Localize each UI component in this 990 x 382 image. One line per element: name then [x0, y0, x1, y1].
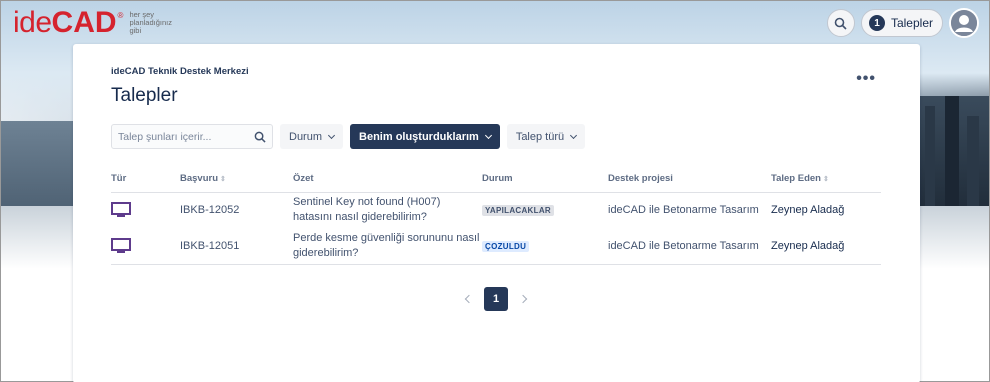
sort-icon: ⇕: [220, 176, 226, 183]
user-icon: [951, 10, 977, 36]
more-actions-button[interactable]: •••: [856, 70, 876, 88]
logo-ide-text: ide: [13, 6, 52, 39]
breadcrumb[interactable]: ideCAD Teknik Destek Merkezi: [111, 66, 249, 77]
summary-cell[interactable]: Perde kesme güvenliği sorununu nasıl gid…: [293, 228, 482, 265]
requests-card: ideCAD Teknik Destek Merkezi Talepler ••…: [73, 44, 920, 382]
current-page-button[interactable]: 1: [484, 287, 508, 311]
status-badge: YAPILACAKLAR: [482, 205, 554, 217]
type-cell: [111, 228, 180, 265]
search-icon: [254, 131, 266, 143]
status-filter-label: Durum: [289, 130, 323, 143]
request-type-filter-label: Talep türü: [515, 130, 565, 143]
table-header-row: Tür Başvuru ⇕ Özet Durum Destek projesi T…: [111, 173, 881, 193]
status-filter-dropdown[interactable]: Durum: [280, 124, 344, 149]
requests-button[interactable]: 1 Talepler: [860, 9, 943, 37]
page-title: Talepler: [111, 85, 178, 106]
column-header-status: Durum: [482, 173, 608, 193]
summary-cell[interactable]: Sentinel Key not found (H007) hatasını n…: [293, 192, 482, 228]
chevron-down-icon: [570, 131, 578, 139]
reporter-cell: Zeynep Aladağ: [771, 204, 845, 217]
logo-registered-mark: ®: [117, 11, 124, 20]
banner-city-right: [917, 96, 989, 216]
computer-monitor-icon: [111, 202, 131, 218]
column-header-type: Tür: [111, 173, 180, 193]
column-header-summary: Özet: [293, 173, 482, 193]
chevron-down-icon: [484, 131, 492, 139]
idecad-logo[interactable]: ide CAD ® her şey planladığınız gibi: [13, 7, 179, 39]
status-cell: ÇOZULDU: [482, 228, 608, 265]
created-by-me-filter-label: Benim oluşturduklarım: [359, 130, 479, 143]
column-header-project: Destek projesi: [608, 173, 771, 193]
search-button[interactable]: [826, 9, 855, 37]
requests-count-badge: 1: [868, 15, 885, 31]
requests-table: Tür Başvuru ⇕ Özet Durum Destek projesi T…: [111, 173, 881, 265]
search-input[interactable]: [118, 130, 248, 143]
table-row[interactable]: IBKB-12052 Sentinel Key not found (H007)…: [111, 192, 881, 228]
sort-icon: ⇕: [822, 176, 829, 183]
chevron-down-icon: [327, 131, 336, 139]
pagination: 1: [464, 287, 528, 311]
request-type-filter-dropdown[interactable]: Talep türü: [506, 124, 586, 149]
column-header-reference[interactable]: Başvuru ⇕: [180, 173, 293, 193]
table-row[interactable]: IBKB-12051 Perde kesme güvenliği sorunun…: [111, 228, 881, 265]
search-icon: [835, 17, 848, 30]
chevron-left-icon[interactable]: [464, 294, 474, 304]
computer-monitor-icon: [111, 237, 131, 253]
search-field[interactable]: [111, 124, 273, 149]
column-header-reporter[interactable]: Talep Eden ⇕: [771, 173, 881, 193]
logo-tagline: her şey planladığınız gibi: [129, 10, 172, 35]
requests-label: Talepler: [890, 16, 933, 30]
created-by-me-filter-dropdown[interactable]: Benim oluşturduklarım: [350, 124, 500, 149]
logo-cad-text: CAD: [51, 6, 117, 39]
status-cell: YAPILACAKLAR: [482, 192, 608, 228]
project-cell: ideCAD ile Betonarme Tasarım: [608, 204, 759, 217]
header-actions: 1 Talepler: [826, 8, 979, 38]
project-cell: ideCAD ile Betonarme Tasarım: [608, 228, 771, 265]
reference-cell[interactable]: IBKB-12051: [180, 228, 293, 265]
filter-bar: Durum Benim oluşturduklarım Talep türü: [111, 124, 586, 149]
status-badge: ÇOZULDU: [482, 240, 530, 252]
reference-cell[interactable]: IBKB-12052: [180, 192, 293, 228]
banner-city-left: [1, 121, 81, 216]
reporter-cell: Zeynep Aladağ: [771, 228, 881, 265]
chevron-right-icon[interactable]: [518, 294, 528, 304]
type-cell: [111, 192, 180, 228]
user-avatar[interactable]: [949, 8, 979, 38]
